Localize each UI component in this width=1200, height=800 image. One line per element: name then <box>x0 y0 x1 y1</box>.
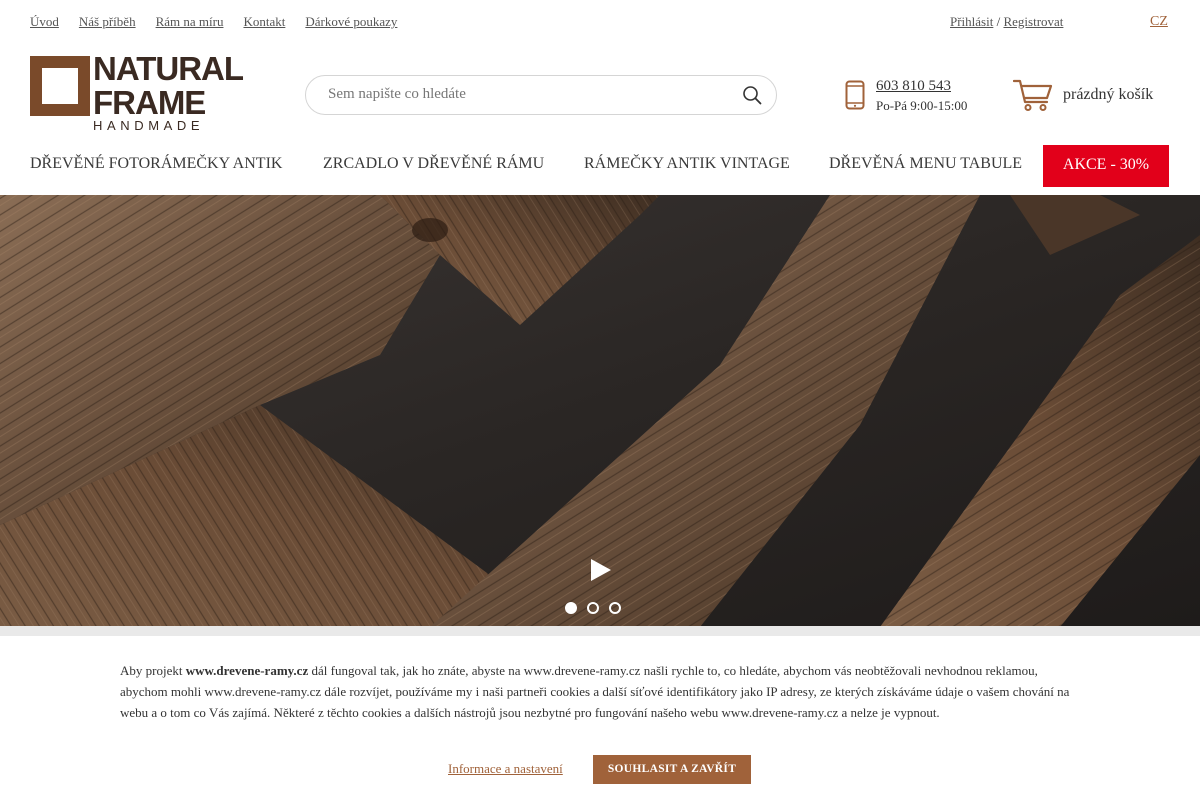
nav-item-antique-wooden-photo-frames[interactable]: DŘEVĚNÉ FOTORÁMEČKY ANTIK <box>30 155 282 173</box>
search-box <box>305 75 777 115</box>
main-navigation: DŘEVĚNÉ FOTORÁMEČKY ANTIK ZRCADLO V DŘEV… <box>0 145 1200 187</box>
cart-label: prázdný košík <box>1063 86 1154 103</box>
cookie-agree-button[interactable]: SOUHLASIT A ZAVŘÍT <box>593 755 751 784</box>
nav-item-mirror-in-wooden-frame[interactable]: ZRCADLO V DŘEVĚNÉ RÁMU <box>323 155 544 173</box>
logo-text-handmade: HANDMADE <box>93 118 205 133</box>
play-icon[interactable] <box>590 558 612 582</box>
slider-dot-2[interactable] <box>587 602 599 614</box>
site-logo[interactable]: NATURAL FRAME HANDMADE <box>30 52 244 134</box>
search-input[interactable] <box>326 85 730 104</box>
cookie-info-settings-link[interactable]: Informace a nastavení <box>448 761 563 777</box>
nav-item-sale[interactable]: AKCE - 30% <box>1043 145 1169 187</box>
cookie-consent-banner: Aby projekt www.drevene-ramy.cz dál fung… <box>0 626 1200 800</box>
slider-dot-3[interactable] <box>609 602 621 614</box>
top-bar: Úvod Náš příběh Rám na míru Kontakt Dárk… <box>0 0 1200 44</box>
language-switcher[interactable]: CZ <box>1150 14 1168 30</box>
top-link-gift-vouchers[interactable]: Dárkové poukazy <box>305 14 397 30</box>
top-link-contact[interactable]: Kontakt <box>243 14 285 30</box>
logo-frame-mark <box>30 56 90 116</box>
phone-number[interactable]: 603 810 543 <box>876 78 951 95</box>
smartphone-icon <box>845 80 865 110</box>
logo-text-natural: NATURAL <box>93 50 244 87</box>
auth-links: Přihlásit / Registrovat <box>950 14 1063 30</box>
logo-text-frame: FRAME <box>93 84 206 121</box>
login-link[interactable]: Přihlásit <box>950 14 993 29</box>
opening-hours: Po-Pá 9:00-15:00 <box>876 98 968 113</box>
cookie-text-site: www.drevene-ramy.cz <box>185 663 309 678</box>
search-icon[interactable] <box>742 85 762 105</box>
cookie-text-intro: Aby projekt <box>120 663 186 678</box>
top-link-home[interactable]: Úvod <box>30 14 59 30</box>
nav-item-antique-vintage-frames[interactable]: RÁMEČKY ANTIK VINTAGE <box>584 155 790 173</box>
register-link[interactable]: Registrovat <box>1003 14 1063 29</box>
top-link-custom-frame[interactable]: Rám na míru <box>156 14 224 30</box>
cookie-text: Aby projekt www.drevene-ramy.cz dál fung… <box>120 660 1070 723</box>
slider-dots <box>565 602 621 614</box>
cart-button[interactable]: prázdný košík <box>1013 78 1163 112</box>
slider-dot-1[interactable] <box>565 602 577 614</box>
nav-item-wooden-menu-boards[interactable]: DŘEVĚNÁ MENU TABULE <box>829 155 1022 173</box>
top-links: Úvod Náš příběh Rám na míru Kontakt Dárk… <box>30 14 397 30</box>
top-link-our-story[interactable]: Náš příběh <box>79 14 136 30</box>
shopping-cart-icon <box>1013 79 1053 111</box>
auth-separator: / <box>993 14 1004 29</box>
